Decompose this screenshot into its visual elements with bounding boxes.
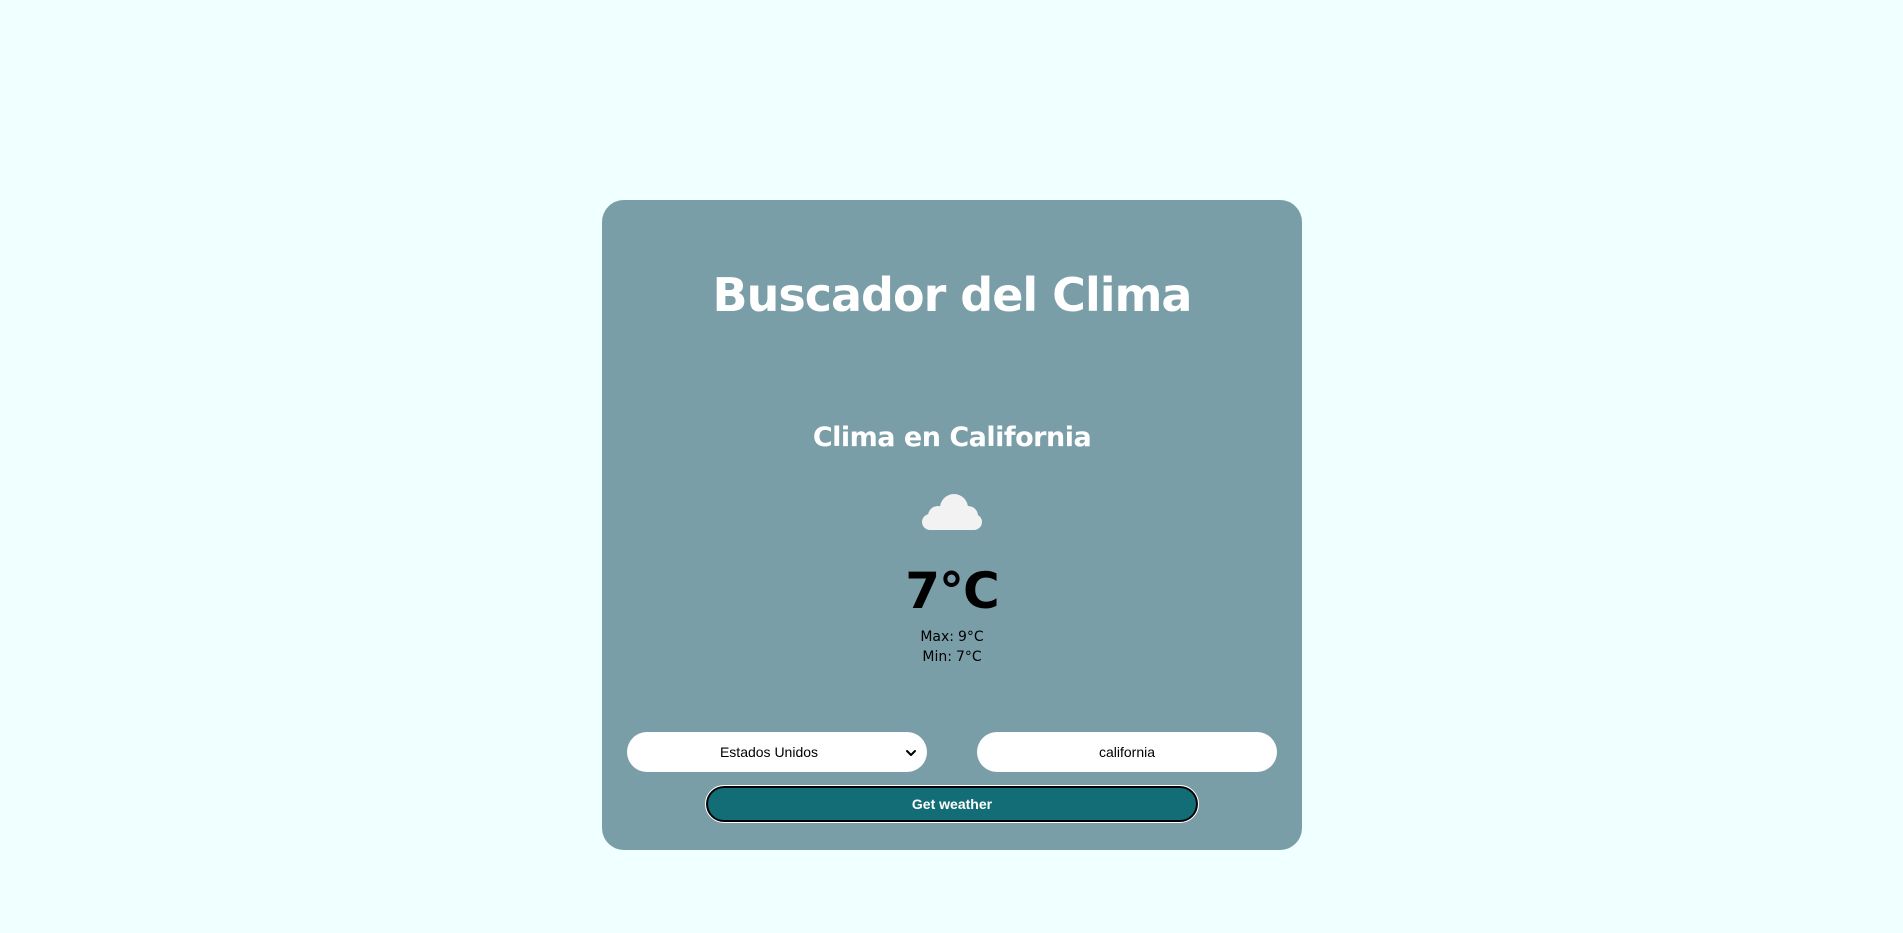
- cloud-icon: [920, 488, 984, 532]
- max-value: 9°C: [957, 629, 984, 645]
- min-label: Min:: [922, 649, 952, 665]
- max-temperature: Max: 9°C: [602, 630, 1302, 644]
- country-select[interactable]: Estados Unidos: [627, 732, 927, 772]
- weather-card: Buscador del Clima Clima en California 7…: [602, 200, 1302, 850]
- min-temperature: Min: 7°C: [602, 650, 1302, 664]
- max-label: Max:: [920, 629, 954, 645]
- current-temperature: 7°C: [905, 562, 999, 620]
- chevron-down-icon: [905, 746, 917, 758]
- min-value: 7°C: [955, 649, 982, 665]
- page-title: Buscador del Clima: [712, 268, 1193, 322]
- country-select-value: Estados Unidos: [719, 744, 819, 760]
- get-weather-button[interactable]: Get weather: [705, 785, 1199, 823]
- city-input[interactable]: california: [977, 732, 1277, 772]
- city-input-value: california: [1098, 744, 1156, 760]
- weather-location-heading: Clima en California: [812, 422, 1092, 453]
